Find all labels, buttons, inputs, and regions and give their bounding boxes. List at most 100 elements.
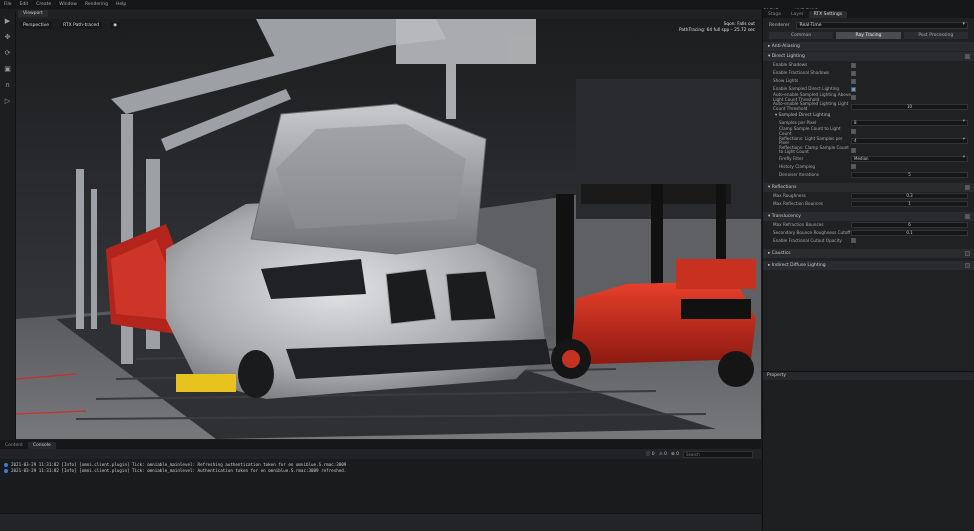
- visibility-eye-icon[interactable]: ◉: [110, 22, 121, 29]
- property-field[interactable]: 0.3: [851, 192, 968, 199]
- viewport-tabbar: Viewport: [16, 10, 761, 19]
- tab-console[interactable]: Console: [27, 442, 56, 449]
- tab-post-processing[interactable]: Post Processing: [903, 32, 968, 39]
- scale-icon[interactable]: ▣: [3, 64, 13, 74]
- log-text: 2021-03-29 11:31:82 [Info] [omni.client.…: [11, 468, 347, 473]
- property-checkbox[interactable]: [851, 238, 856, 244]
- menu-edit[interactable]: Edit: [16, 2, 33, 7]
- direct-lighting-props: Enable Shadows Enable Fractional Shadows S…: [763, 61, 974, 111]
- property-label: Enable Shadows: [773, 61, 808, 67]
- move-icon[interactable]: ✥: [3, 32, 13, 42]
- tab-common[interactable]: Common: [769, 32, 834, 39]
- property-checkbox[interactable]: [851, 78, 856, 84]
- viewport[interactable]: Perspective RTX Path-traced ◉ Sqon: Fall…: [16, 19, 761, 439]
- property-field[interactable]: 5: [851, 171, 968, 178]
- section-caustics[interactable]: ▸ Caustics: [763, 248, 974, 258]
- info-icon: [4, 463, 8, 467]
- property-dropdown[interactable]: 8: [851, 120, 968, 127]
- section-enable-checkbox[interactable]: [965, 262, 970, 268]
- tab-layer[interactable]: Layer: [786, 11, 809, 18]
- snap-icon[interactable]: ∩: [3, 80, 13, 90]
- log-text: 2021-03-29 11:31:82 [Info] [omni.client.…: [11, 462, 347, 467]
- console-search-input[interactable]: Search: [683, 450, 753, 458]
- property-row: Enable Fractional Cutout Opacity: [763, 237, 974, 245]
- property-label: Enable Fractional Cutout Opacity: [773, 237, 842, 243]
- tab-rtx-settings[interactable]: RTX Settings: [808, 11, 848, 18]
- menu-rendering[interactable]: Rendering: [81, 2, 112, 7]
- sampled-direct-lighting-props: Samples per Pixel8Clamp Sample Count to …: [763, 119, 974, 179]
- viewport-toolbar: Perspective RTX Path-traced ◉: [20, 22, 121, 29]
- property-checkbox[interactable]: [851, 129, 856, 135]
- select-icon[interactable]: ▶: [3, 16, 13, 26]
- property-label: Firefly Filter: [779, 155, 804, 161]
- section-enable-checkbox[interactable]: [965, 250, 970, 256]
- property-row: Reflections: Clamp Sample Count to Light…: [763, 145, 974, 155]
- render-mode-tabs: Common Ray Tracing Post Processing: [763, 30, 974, 41]
- property-field[interactable]: 10: [851, 103, 968, 110]
- translucency-props: Max Refraction Bounces 6 Secondary Bounce …: [763, 221, 974, 245]
- menu-window[interactable]: Window: [55, 2, 81, 7]
- property-checkbox[interactable]: [851, 164, 856, 170]
- rotate-icon[interactable]: ⟳: [3, 48, 13, 58]
- app-window: File Edit Create Window Rendering Help C…: [0, 0, 974, 531]
- menu-help[interactable]: Help: [112, 2, 130, 7]
- property-label: Auto-enable Sampled Lighting Light Count…: [773, 101, 849, 111]
- property-label: Show Lights: [773, 77, 799, 83]
- renderer-row: Renderer Real-Time: [763, 21, 974, 30]
- property-field[interactable]: 6: [851, 221, 968, 228]
- tab-ray-tracing[interactable]: Ray Tracing: [836, 32, 901, 39]
- section-translucency[interactable]: ▾ Translucency: [763, 211, 974, 221]
- menu-file[interactable]: File: [0, 2, 16, 7]
- play-icon[interactable]: ▷: [3, 96, 13, 106]
- menu-create[interactable]: Create: [32, 2, 55, 7]
- property-label: Enable Fractional Shadows: [773, 69, 830, 75]
- property-row: Auto-enable Sampled Lighting Light Count…: [763, 101, 974, 111]
- section-anti-aliasing[interactable]: ▸ Anti-Aliasing: [763, 42, 974, 51]
- tab-stage[interactable]: Stage: [763, 11, 786, 18]
- console-log: 2021-03-29 11:31:82 [Info] [omni.client.…: [0, 459, 761, 477]
- property-row: Max Reflection Bounces 1: [763, 200, 974, 208]
- property-row: Enable Shadows: [763, 61, 974, 69]
- bottom-panel: Content Console ⓘ 0 ⚠ 0 ⊗ 0 Search 2021-…: [0, 440, 761, 531]
- tab-viewport[interactable]: Viewport: [18, 10, 48, 17]
- warning-count-badge[interactable]: ⚠ 0: [659, 452, 667, 457]
- status-bar: [0, 513, 761, 531]
- property-label: History Clamping: [779, 163, 816, 169]
- right-panel-tabs: Stage Layer RTX Settings: [763, 9, 974, 18]
- subsection-sampled-direct-lighting[interactable]: ▾ Sampled Direct Lighting: [763, 111, 974, 119]
- error-count-badge[interactable]: ⊗ 0: [671, 452, 679, 457]
- section-reflections[interactable]: ▾ Reflections: [763, 182, 974, 192]
- left-toolbar: ▶ ✥ ⟳ ▣ ∩ ▷: [0, 12, 16, 440]
- menu-bar: File Edit Create Window Rendering Help C…: [0, 0, 974, 531]
- property-row: History Clamping: [763, 163, 974, 171]
- property-field[interactable]: 1: [851, 200, 968, 207]
- render-settings-panel: Stage Layer RTX Settings Renderer Real-T…: [762, 9, 974, 531]
- camera-perspective-button[interactable]: Perspective: [20, 22, 53, 29]
- property-dropdown[interactable]: 4: [851, 138, 968, 145]
- section-indirect-diffuse[interactable]: ▸ Indirect Diffuse Lighting: [763, 260, 974, 270]
- section-enable-checkbox[interactable]: [965, 184, 970, 190]
- property-checkbox[interactable]: [851, 86, 856, 92]
- property-checkbox[interactable]: [851, 62, 856, 68]
- property-row: Max Roughness 0.3: [763, 192, 974, 200]
- property-checkbox[interactable]: [851, 95, 856, 101]
- section-title: Caustics: [771, 250, 791, 256]
- property-checkbox[interactable]: [851, 147, 856, 153]
- property-checkbox[interactable]: [851, 70, 856, 76]
- subsection-title: Sampled Direct Lighting: [778, 112, 831, 118]
- section-title: Indirect Diffuse Lighting: [771, 262, 826, 268]
- info-count-badge[interactable]: ⓘ 0: [646, 451, 655, 457]
- section-direct-lighting[interactable]: ▾ Direct Lighting: [763, 52, 974, 61]
- section-enable-checkbox[interactable]: [965, 213, 970, 219]
- renderer-dropdown[interactable]: Real-Time: [795, 22, 968, 29]
- property-label: Denoiser Iterations: [779, 171, 819, 177]
- property-dropdown[interactable]: Median: [851, 155, 968, 162]
- console-toolbar: ⓘ 0 ⚠ 0 ⊗ 0 Search: [0, 449, 761, 459]
- property-field[interactable]: 0.1: [851, 229, 968, 236]
- section-title: Anti-Aliasing: [771, 44, 800, 49]
- tab-content[interactable]: Content: [0, 442, 28, 449]
- section-enable-checkbox[interactable]: [965, 54, 970, 59]
- property-row: Secondary Bounce Roughness Cutoff 0.1: [763, 229, 974, 237]
- render-mode-button[interactable]: RTX Path-traced: [60, 22, 103, 29]
- property-row: Firefly Filter Median: [763, 155, 974, 163]
